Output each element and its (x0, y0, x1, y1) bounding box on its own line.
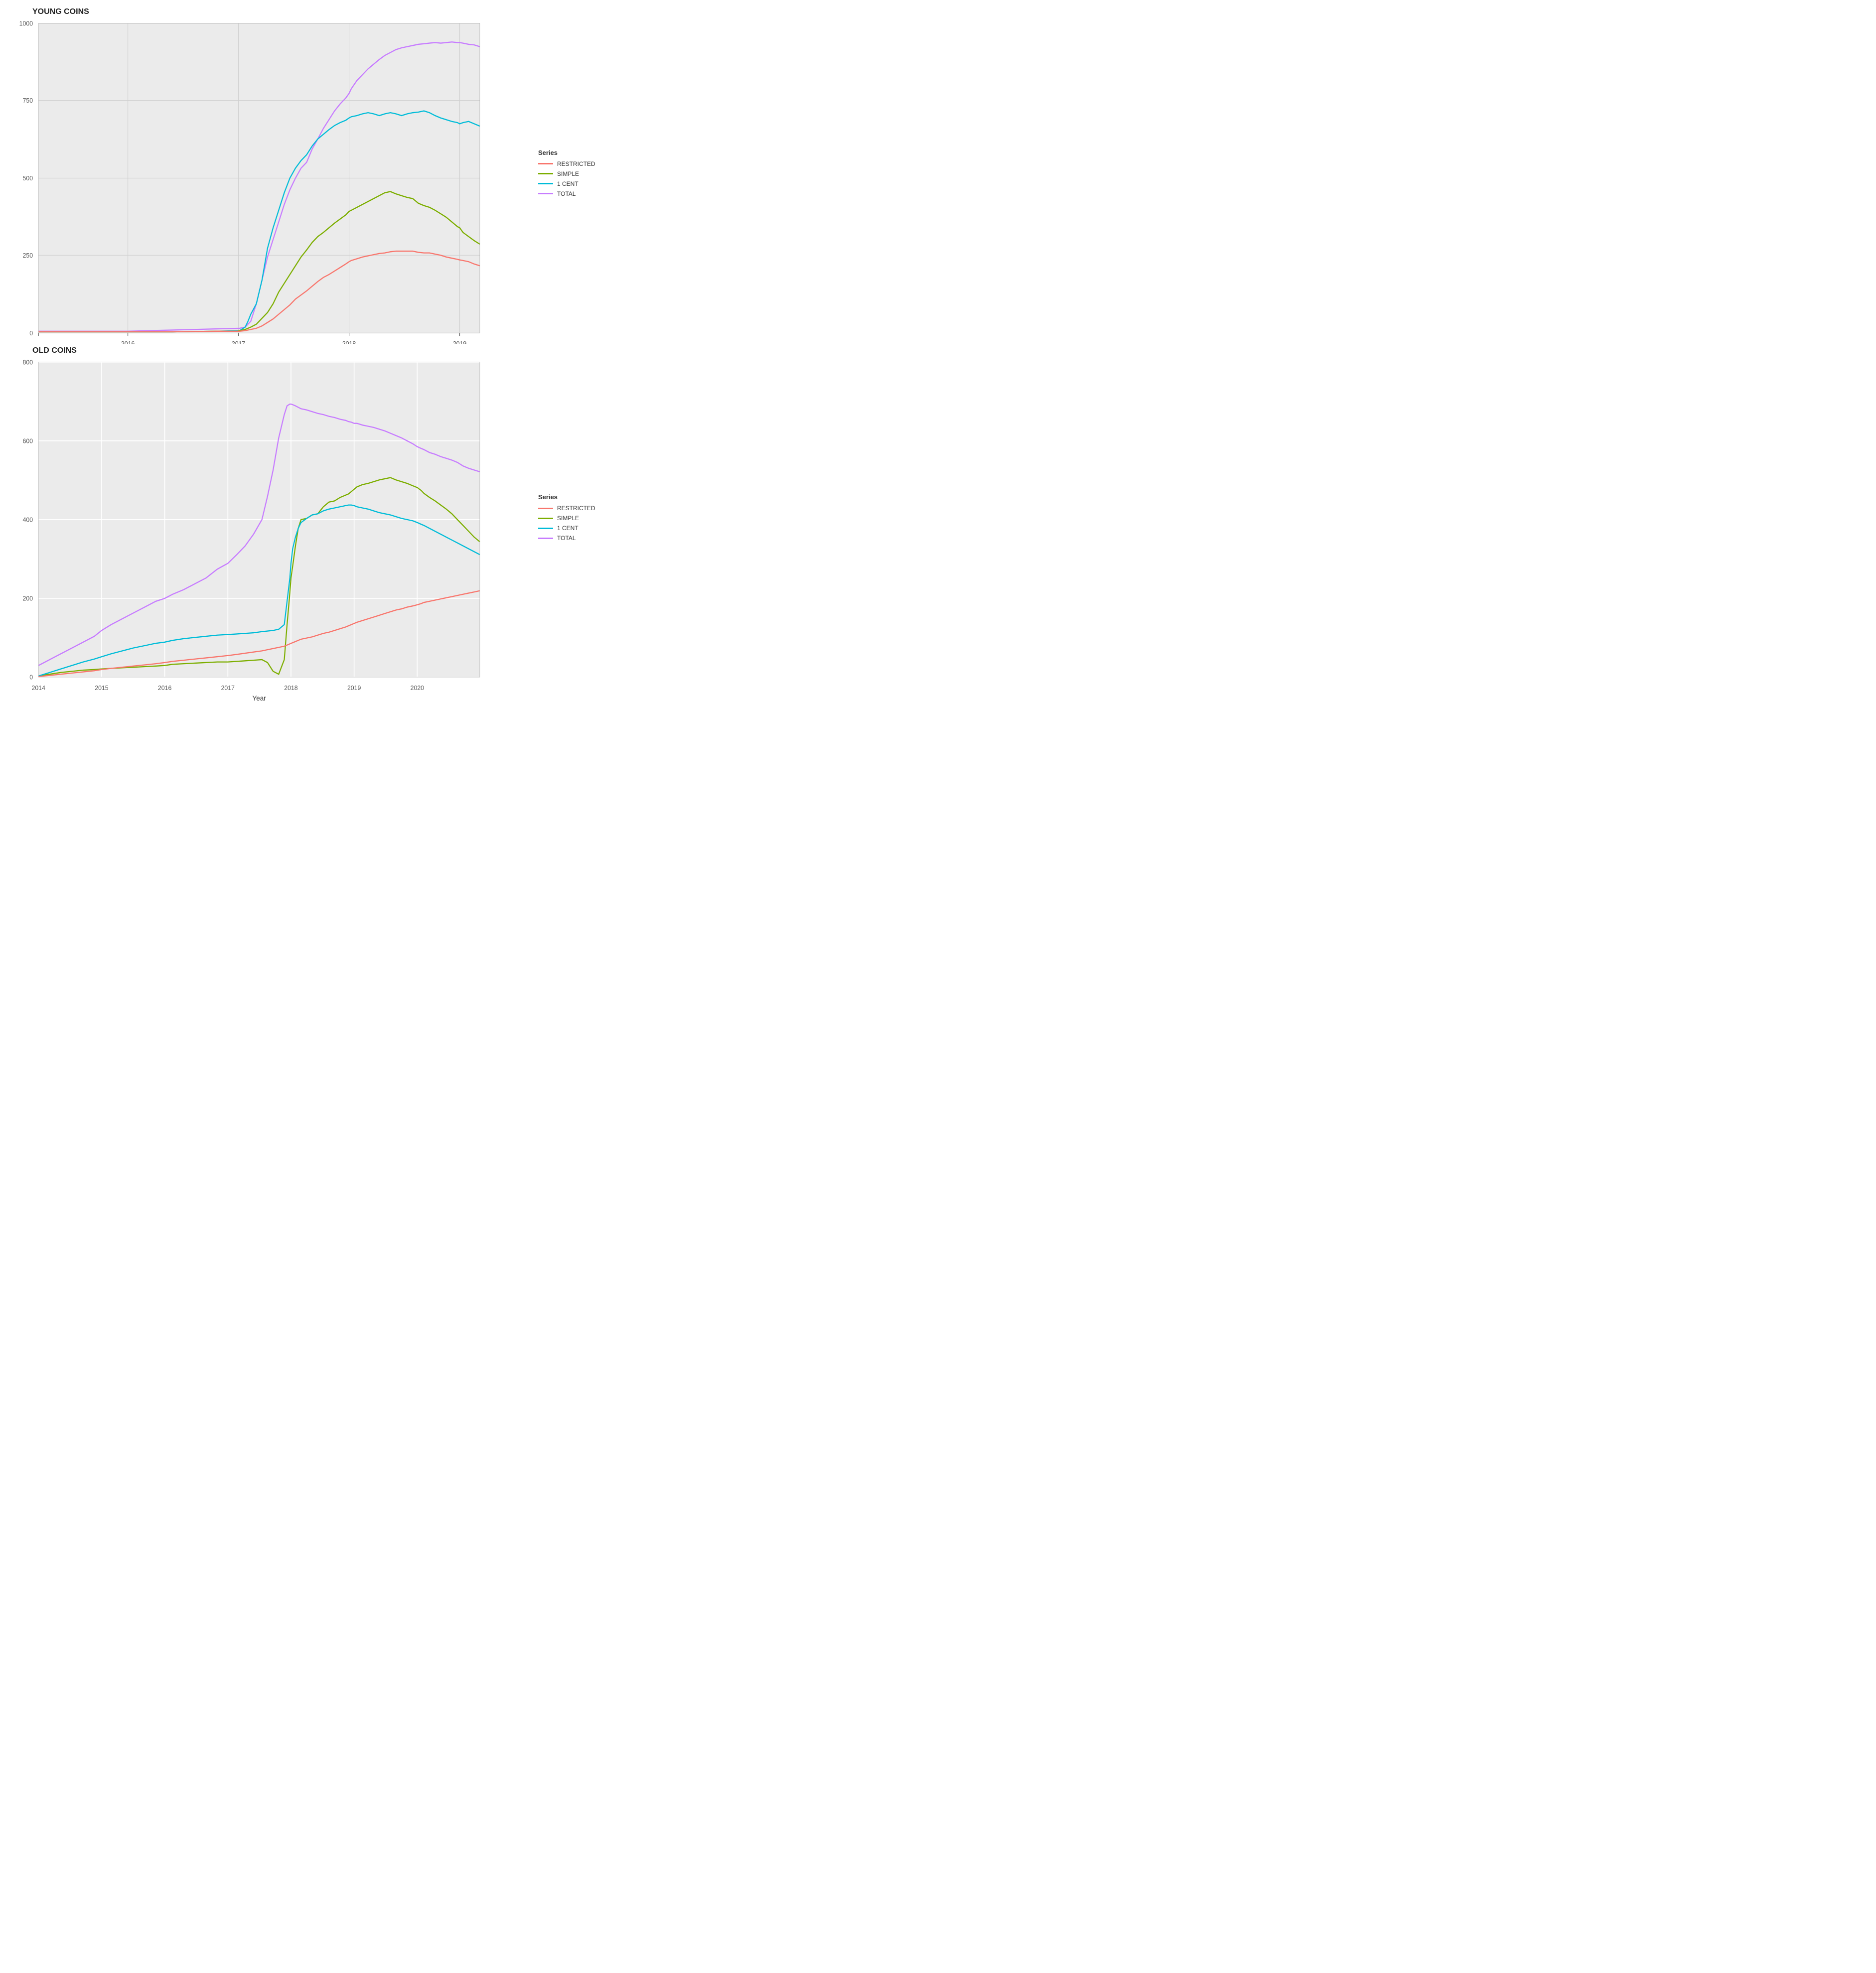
bottom-chart-area: OLD COINS (5, 344, 536, 694)
y-tick-500: 500 (22, 175, 33, 182)
bot-y-tick-600: 600 (23, 437, 33, 444)
bot-simple-label: SIMPLE (557, 515, 579, 522)
bot-y-tick-0: 0 (29, 674, 33, 681)
bot-x-tick-2020: 2020 (411, 685, 424, 692)
bot-total-legend-line (538, 538, 553, 539)
1cent-label: 1 CENT (557, 180, 578, 187)
y-tick-750: 750 (22, 97, 33, 104)
page: YOUNG COINS 0 250 (0, 0, 625, 658)
bot-x-tick-2017: 2017 (221, 685, 235, 692)
restricted-legend-line (538, 163, 553, 164)
y-tick-0: 0 (29, 330, 33, 337)
bottom-legend-title: Series (538, 493, 615, 501)
top-chart-svg: 0 250 500 750 1000 2016 2017 2018 2019 Y… (5, 17, 536, 356)
y-tick-1000: 1000 (19, 20, 33, 27)
bot-y-tick-400: 400 (23, 517, 33, 524)
bot-legend-item-restricted: RESTRICTED (538, 505, 615, 512)
bot-1cent-legend-line (538, 528, 553, 529)
top-chart-title: YOUNG COINS (32, 7, 536, 16)
legend-item-restricted: RESTRICTED (538, 160, 615, 167)
bot-legend-item-total: TOTAL (538, 535, 615, 542)
bot-x-tick-2019: 2019 (347, 685, 361, 692)
bottom-chart-svg: 0 200 400 600 800 2014 2015 2016 2017 20… (5, 356, 536, 706)
bottom-chart-title: OLD COINS (32, 346, 536, 355)
bot-restricted-label: RESTRICTED (557, 505, 595, 512)
top-chart-area: YOUNG COINS 0 250 (5, 5, 536, 344)
bot-simple-legend-line (538, 518, 553, 519)
bot-1cent-label: 1 CENT (557, 525, 578, 532)
bottom-chart-section: OLD COINS (5, 344, 620, 694)
total-label: TOTAL (557, 190, 576, 197)
total-legend-line (538, 193, 553, 194)
simple-label: SIMPLE (557, 170, 579, 177)
restricted-label: RESTRICTED (557, 160, 595, 167)
bot-x-tick-2015: 2015 (95, 685, 108, 692)
bottom-x-axis-label: Year (252, 695, 266, 702)
simple-legend-line (538, 173, 553, 174)
bot-x-tick-2016: 2016 (158, 685, 171, 692)
bot-x-tick-2014: 2014 (32, 685, 45, 692)
bot-y-tick-800: 800 (23, 359, 33, 366)
legend-item-1cent: 1 CENT (538, 180, 615, 187)
top-legend-title: Series (538, 149, 615, 156)
legend-item-total: TOTAL (538, 190, 615, 197)
top-chart-section: YOUNG COINS 0 250 (5, 5, 620, 344)
y-tick-250: 250 (22, 252, 33, 259)
bot-legend-item-1cent: 1 CENT (538, 525, 615, 532)
bot-restricted-legend-line (538, 508, 553, 509)
legend-item-simple: SIMPLE (538, 170, 615, 177)
bot-y-tick-200: 200 (23, 595, 33, 602)
1cent-legend-line (538, 183, 553, 184)
bot-legend-item-simple: SIMPLE (538, 515, 615, 522)
top-legend: Series RESTRICTED SIMPLE 1 CENT TOTAL (536, 5, 620, 344)
bottom-legend: Series RESTRICTED SIMPLE 1 CENT TOTAL (536, 344, 620, 694)
bot-x-tick-2018: 2018 (284, 685, 297, 692)
bot-total-label: TOTAL (557, 535, 576, 542)
